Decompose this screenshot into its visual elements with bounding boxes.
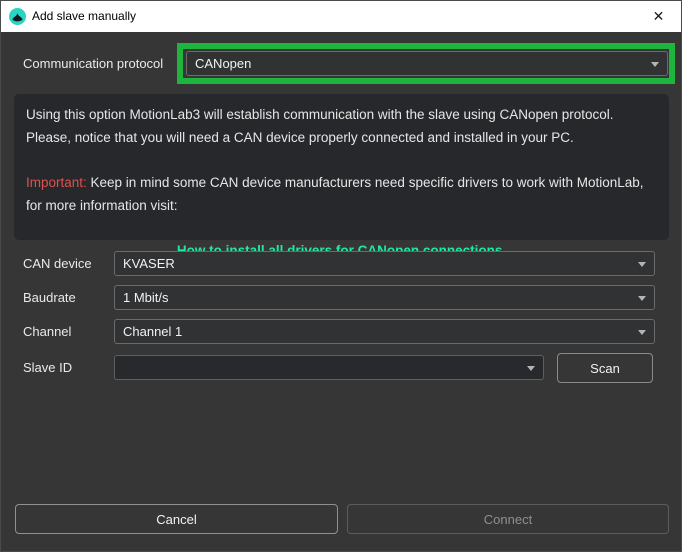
- cancel-button[interactable]: Cancel: [15, 504, 338, 534]
- channel-dropdown[interactable]: Channel 1: [114, 319, 655, 344]
- info-paragraph-2-text: Keep in mind some CAN device manufacture…: [26, 175, 644, 213]
- info-paragraph-2: Important: Keep in mind some CAN device …: [26, 171, 657, 217]
- chevron-down-icon: [527, 366, 535, 371]
- chevron-down-icon: [638, 296, 646, 301]
- info-spacer: [26, 149, 657, 171]
- info-paragraph-1: Using this option MotionLab3 will establ…: [26, 103, 657, 149]
- important-label: Important:: [26, 175, 87, 190]
- add-slave-dialog: Add slave manually ✕ Communication proto…: [0, 0, 682, 552]
- chevron-down-icon: [638, 262, 646, 267]
- slave-id-dropdown[interactable]: [114, 355, 544, 380]
- slave-id-label: Slave ID: [23, 355, 72, 380]
- scan-button[interactable]: Scan: [557, 353, 653, 383]
- channel-label: Channel: [23, 319, 71, 344]
- app-logo-icon: [9, 8, 26, 25]
- close-icon[interactable]: ✕: [636, 1, 681, 32]
- channel-value: Channel 1: [123, 324, 182, 339]
- baudrate-label: Baudrate: [23, 285, 76, 310]
- info-panel: Using this option MotionLab3 will establ…: [14, 94, 669, 240]
- can-device-label: CAN device: [23, 251, 92, 276]
- chevron-down-icon: [638, 330, 646, 335]
- can-device-value: KVASER: [123, 256, 175, 271]
- protocol-label: Communication protocol: [23, 51, 163, 76]
- connect-button[interactable]: Connect: [347, 504, 669, 534]
- info-spacer: [26, 217, 657, 239]
- baudrate-value: 1 Mbit/s: [123, 290, 169, 305]
- titlebar: Add slave manually ✕: [1, 1, 681, 32]
- window-title: Add slave manually: [32, 1, 136, 32]
- can-device-dropdown[interactable]: KVASER: [114, 251, 655, 276]
- highlight-annotation: [177, 43, 675, 84]
- baudrate-dropdown[interactable]: 1 Mbit/s: [114, 285, 655, 310]
